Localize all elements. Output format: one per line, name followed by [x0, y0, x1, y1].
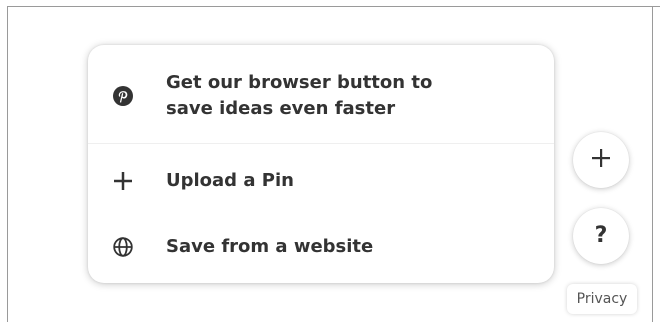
- help-button[interactable]: ?: [573, 208, 629, 264]
- plus-icon: [590, 147, 612, 173]
- menu-item-upload-pin[interactable]: Upload a Pin: [88, 155, 554, 207]
- create-menu-popover: Get our browser button to save ideas eve…: [88, 45, 554, 283]
- menu-item-browser-button-label: Get our browser button to save ideas eve…: [166, 72, 433, 119]
- menu-item-browser-button[interactable]: Get our browser button to save ideas eve…: [88, 57, 554, 135]
- create-button[interactable]: [573, 132, 629, 188]
- frame-border-top: [7, 6, 660, 7]
- frame-border-left: [7, 6, 8, 322]
- globe-icon: [110, 234, 136, 260]
- plus-icon: [110, 168, 136, 194]
- help-button-label: ?: [594, 223, 608, 248]
- privacy-link[interactable]: Privacy: [567, 284, 637, 314]
- frame-border-right: [652, 6, 653, 322]
- pinterest-logo-icon: [110, 83, 136, 109]
- menu-item-upload-pin-label: Upload a Pin: [166, 170, 294, 191]
- menu-item-save-from-website[interactable]: Save from a website: [88, 221, 554, 273]
- menu-divider: [88, 143, 554, 144]
- menu-item-save-from-website-label: Save from a website: [166, 236, 374, 257]
